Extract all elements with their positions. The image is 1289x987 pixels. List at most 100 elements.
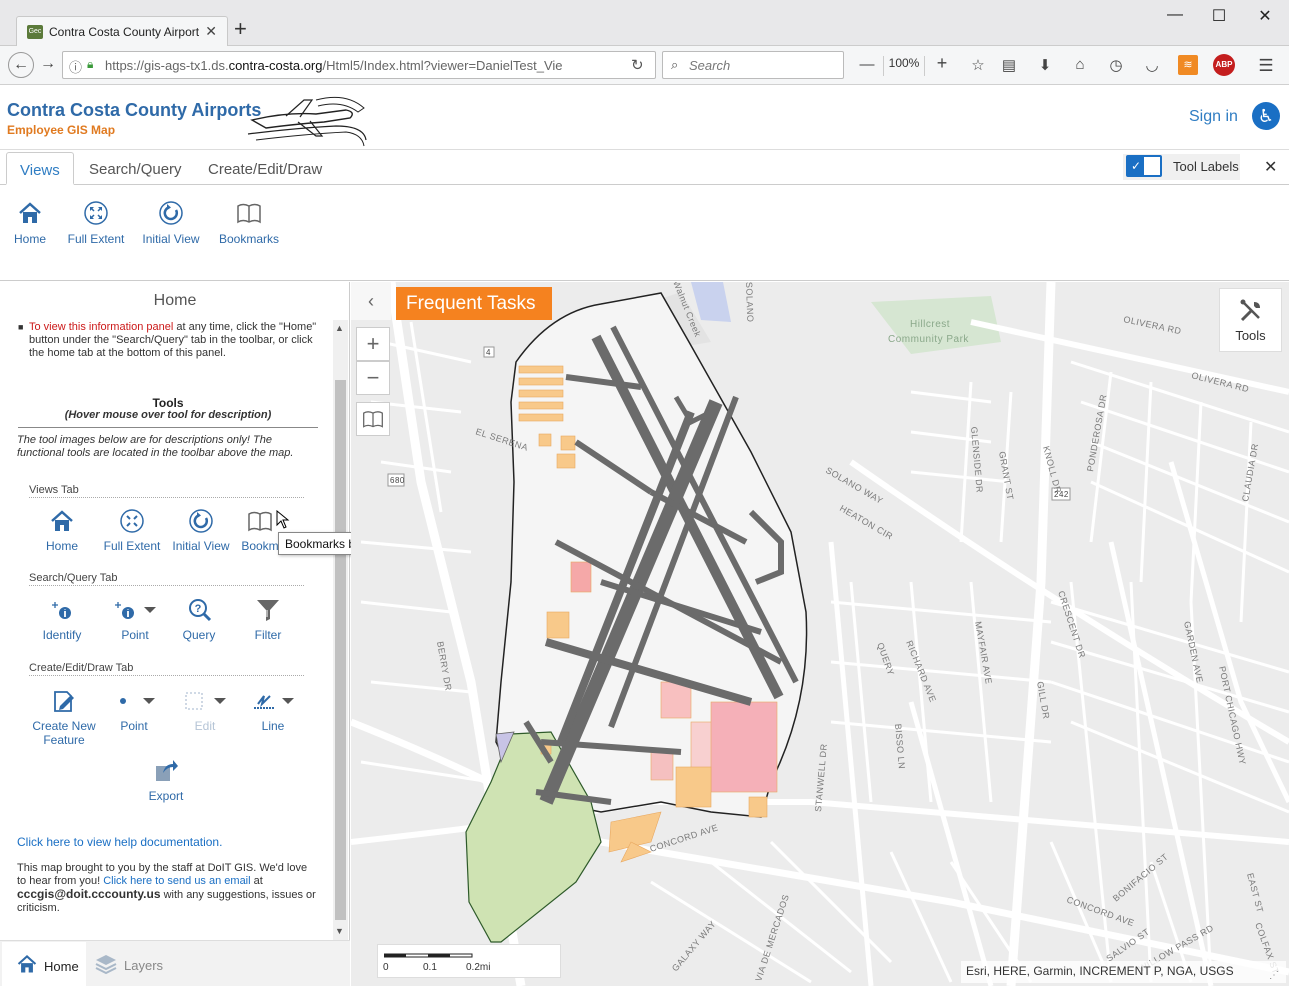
full-extent-tool-button[interactable]: Full Extent [65,200,127,246]
favicon-icon: Gec [27,25,43,39]
reload-icon[interactable]: ↻ [631,56,644,74]
panel-identify-label: Identify [42,628,82,642]
mouse-cursor-icon [276,510,290,529]
bookmarks-icon [248,511,272,532]
panel-draw-line-label: Line [261,719,285,733]
home-icon [19,202,41,223]
tab-search-query[interactable]: Search/Query [89,152,182,185]
url-bar[interactable]: ⓘ 🔒︎ https://gis-ags-tx1.ds.contra-costa… [62,51,656,79]
scroll-down-icon[interactable]: ▼ [335,926,344,936]
zoom-level[interactable]: 100% [883,56,925,76]
panel-scrollbar[interactable]: ▲ ▼ [333,320,348,940]
panel-query-tool: ? Query [159,597,239,642]
history-icon[interactable]: ◷ [1105,56,1127,74]
create-feature-icon [54,691,74,712]
pocket-icon[interactable]: ◡ [1141,56,1163,74]
panel-title: Home [153,292,197,309]
sign-in-link[interactable]: Sign in [1189,108,1238,126]
highway-label: 4 [486,348,491,357]
close-window-button[interactable]: ✕ [1245,6,1285,26]
new-tab-button[interactable]: + [234,18,247,40]
bottom-tab-home[interactable]: Home [2,942,86,987]
home-icon[interactable]: ⌂ [1069,56,1091,73]
tool-labels-toggle[interactable]: ✓ [1126,155,1162,177]
url-domain: contra-costa.org [228,58,323,73]
tool-labels-label: Tool Labels [1173,159,1239,174]
maximize-button[interactable]: ☐ [1199,6,1239,26]
home-tool-label: Home [13,232,46,246]
panel-draw-point-tool: Point [94,688,174,733]
panel-identify-tool: Identify [22,597,102,642]
menu-icon[interactable]: ☰ [1255,56,1277,76]
home-icon [17,954,37,973]
app-header: Contra Costa County Airports Employee GI… [0,86,1289,150]
frequent-tasks-button[interactable]: Frequent Tasks [396,287,552,320]
zoom-in-button[interactable]: + [931,53,953,74]
filter-icon [257,600,279,621]
rss-icon[interactable]: ≋ [1178,55,1198,75]
tools-button[interactable]: Tools [1219,288,1282,352]
scroll-up-icon[interactable]: ▲ [335,323,344,333]
draw-line-icon [254,695,294,709]
zoom-out-button[interactable]: — [856,56,878,73]
tools-heading: Tools [152,396,184,410]
point-identify-icon [115,602,156,619]
toolbar: Views Search/Query Create/Edit/Draw ✓ To… [0,150,1289,281]
lock-icon: 🔒︎ [87,57,94,71]
bookmarks-tool-button[interactable]: Bookmarks [216,200,282,246]
collapse-panel-button[interactable]: ‹ [351,282,391,320]
bottom-tab-layers[interactable]: Layers [90,941,190,986]
accessibility-icon[interactable]: ♿︎ [1252,102,1280,130]
tools-icon [1240,299,1260,322]
panel-draw-point-label: Point [120,719,148,733]
browser-search-input[interactable]: ⌕ Search [662,51,844,79]
browser-titlebar: Gec Contra Costa County Airports ✕ + — ☐… [0,0,1289,47]
scroll-thumb[interactable] [335,380,346,920]
bookmark-star-icon[interactable]: ☆ [967,56,989,74]
panel-initial-view-tool: Initial View [161,508,241,553]
tab-create-edit-draw[interactable]: Create/Edit/Draw [208,152,322,185]
highway-label: 680 [390,476,405,485]
initial-view-icon [189,509,213,533]
back-button[interactable]: ← [8,52,34,78]
zoom-in-button[interactable]: + [356,327,390,361]
info-icon[interactable]: ⓘ [69,57,82,76]
url-suffix: /Html5/Index.html?viewer=DanielTest_Vie [322,58,563,73]
help-link[interactable]: Click here to view help documentation. [17,836,317,849]
svg-text:?: ? [195,603,202,615]
url-prefix: https://gis-ags-tx1.ds. [105,58,229,73]
download-icon[interactable]: ⬇ [1034,56,1056,74]
map-bookmarks-button[interactable] [356,402,390,436]
map-view[interactable]: OLIVERA RD OLIVERA RD Hillcrest Communit… [351,282,1289,986]
initial-view-tool-button[interactable]: Initial View [140,200,202,246]
airplane-logo-icon [247,96,367,147]
scale-label-0: 0 [383,962,389,973]
panel-footer: This map brought to you by the staff at … [17,862,319,915]
draw-point-icon [120,698,155,704]
toolbar-close-icon[interactable]: ✕ [1264,157,1277,177]
basemap[interactable]: OLIVERA RD OLIVERA RD Hillcrest Communit… [351,282,1289,986]
panel-draw-line-tool: Line [233,688,313,733]
reading-list-icon[interactable]: ▤ [998,56,1020,74]
panel-home-label: Home [45,539,78,553]
bottom-tab-layers-label: Layers [124,958,164,973]
adblock-icon[interactable]: ABP [1213,54,1235,76]
panel-filter-label: Filter [254,628,282,642]
panel-filter-tool: Filter [228,597,308,642]
resize-grip-icon[interactable]: ⋰ [1269,970,1283,984]
home-tool-button[interactable]: Home [11,200,49,246]
initial-view-icon [159,201,183,225]
scale-bar: 0 0.1 0.2mi [377,944,561,978]
browser-tab[interactable]: Gec Contra Costa County Airports ✕ [16,16,228,47]
tab-close-icon[interactable]: ✕ [205,23,217,40]
panel-export-tool: Export [126,758,206,803]
panel-full-extent-tool: Full Extent [92,508,172,553]
create-tab-label: Create/Edit/Draw Tab [29,662,304,676]
bottom-tab-home-label: Home [44,959,79,974]
email-link[interactable]: Click here to send us an email [103,875,250,887]
forward-button[interactable]: → [40,55,56,73]
zoom-out-button[interactable]: − [356,361,390,395]
minimize-button[interactable]: — [1155,6,1195,24]
tab-views[interactable]: Views [6,152,74,185]
full-extent-icon [120,509,144,533]
